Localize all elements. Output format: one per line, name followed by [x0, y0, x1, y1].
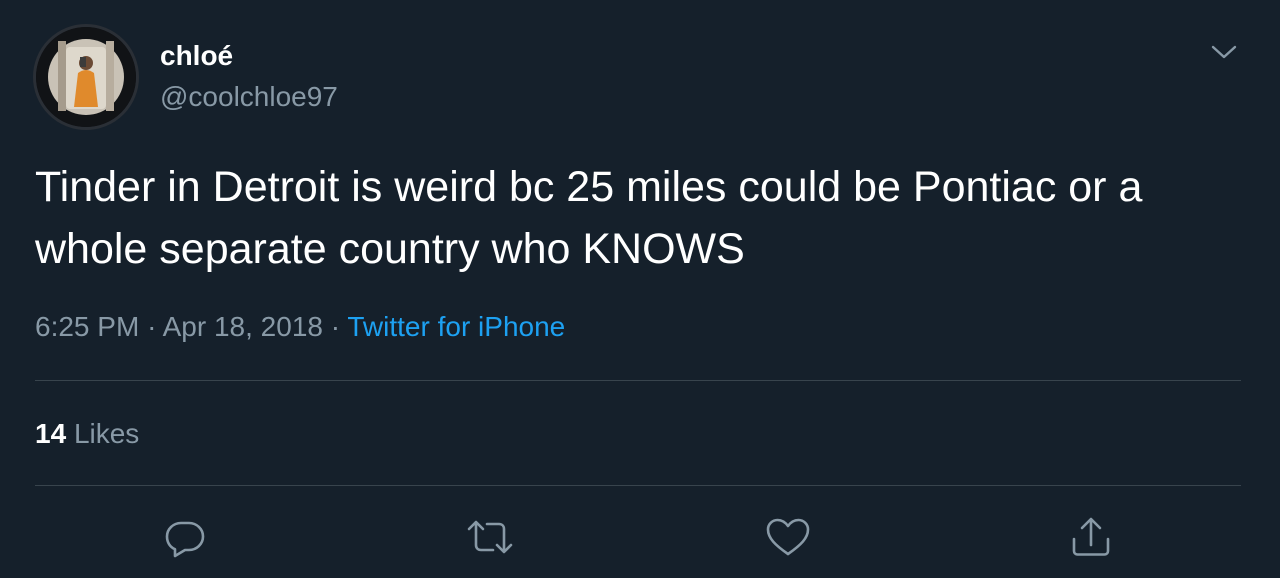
like-button[interactable]	[763, 512, 813, 562]
divider	[35, 380, 1241, 381]
user-handle[interactable]: @coolchloe97	[160, 81, 338, 113]
share-icon	[1072, 517, 1110, 556]
meta-separator: ·	[330, 311, 341, 342]
tweet-text: Tinder in Detroit is weird bc 25 miles c…	[35, 163, 1143, 273]
avatar[interactable]	[33, 24, 139, 130]
tweet-card: chloé @coolchloe97 Tinder in Detroit is …	[0, 0, 1280, 578]
reply-icon	[165, 521, 205, 558]
tweet-time[interactable]: 6:25 PM	[35, 311, 139, 342]
share-button[interactable]	[1066, 512, 1116, 562]
likes-label: Likes	[73, 418, 140, 449]
divider	[35, 485, 1241, 486]
retweet-button[interactable]	[465, 512, 515, 562]
reply-button[interactable]	[160, 512, 210, 562]
heart-icon	[766, 518, 810, 556]
meta-separator: ·	[147, 311, 157, 342]
tweet-date[interactable]: Apr 18, 2018	[163, 311, 323, 342]
tweet-source-link[interactable]: Twitter for iPhone	[347, 311, 565, 342]
likes-count: 14	[35, 418, 67, 449]
likes-stat[interactable]: 14 Likes	[35, 418, 139, 450]
tweet-meta: 6:25 PM · Apr 18, 2018 · Twitter for iPh…	[35, 311, 565, 343]
avatar-photo-icon	[36, 27, 136, 127]
display-name[interactable]: chloé	[160, 40, 233, 72]
chevron-down-icon[interactable]	[1210, 40, 1238, 64]
retweet-icon	[467, 520, 513, 554]
